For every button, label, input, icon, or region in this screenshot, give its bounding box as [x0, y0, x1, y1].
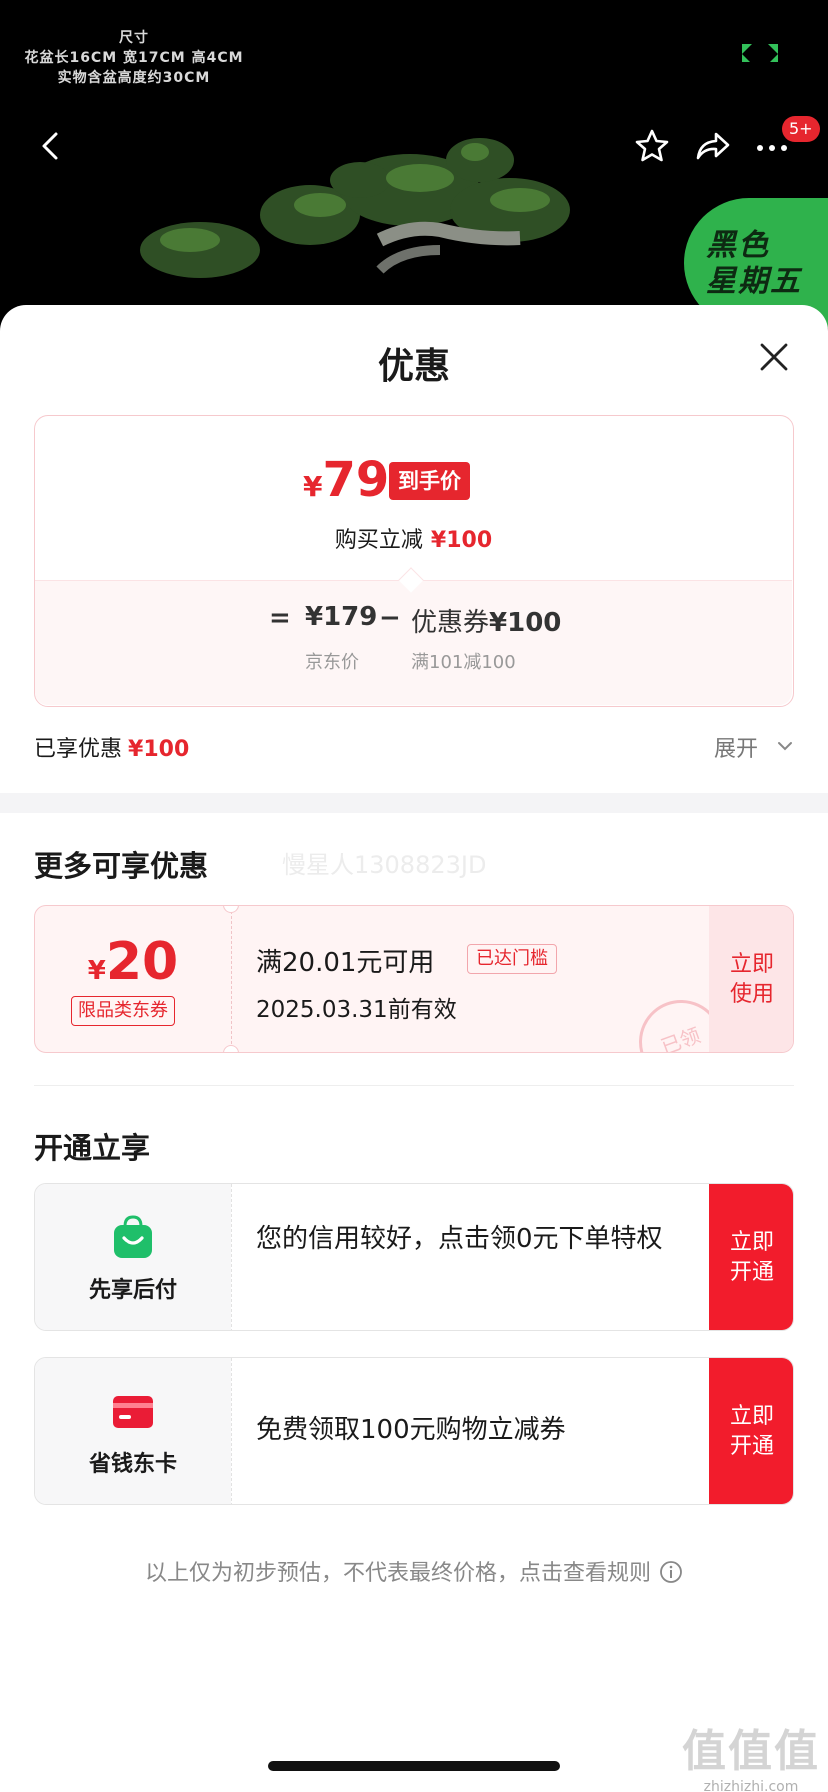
purchase-reduction: 购买立减 ¥100 [35, 522, 792, 554]
share-icon[interactable] [692, 126, 734, 166]
back-icon[interactable] [36, 126, 66, 166]
open-now-button[interactable]: 立即 开通 [709, 1184, 793, 1330]
threshold-reached-tag: 已达门槛 [467, 944, 557, 974]
jd-price-label: 京东价 [305, 652, 359, 673]
currency-symbol: ¥ [303, 470, 323, 503]
size-caption-line: 实物含盆高度约30CM [57, 70, 211, 86]
site-watermark-url: zhizhizhi.com [703, 1779, 799, 1792]
home-indicator[interactable] [268, 1761, 560, 1771]
final-price-tag: 到手价 [389, 462, 470, 500]
coupon-type-tag: 限品类东券 [71, 996, 175, 1026]
coupon-rule: 满101减100 [411, 652, 516, 673]
enjoyed-amount: ¥100 [128, 737, 190, 762]
coupon-deduction-label: 优惠券 [411, 608, 490, 638]
enjoyed-label: 已享优惠 [34, 737, 123, 762]
price-formula-area [35, 580, 792, 705]
equals-sign: = [269, 603, 291, 633]
user-watermark: 慢星人1308823JD [282, 851, 487, 879]
service-separator [231, 1184, 232, 1330]
jd-price: ¥179 [305, 602, 378, 632]
coupon-amount-value: 20 [105, 932, 179, 992]
coupon-deduction: 优惠券¥100 [411, 602, 561, 639]
button-line: 开通 [729, 1260, 774, 1285]
site-watermark: 值值值 zhizhizhi.com [676, 1715, 826, 1792]
service-description: 您的信用较好，点击领0元下单特权 [256, 1224, 663, 1254]
final-price: ¥79 [303, 452, 389, 508]
coupon-card[interactable]: ¥20 限品类东券 满20.01元可用 已达门槛 2025.03.31前有效 已… [34, 905, 794, 1053]
section-divider [0, 793, 828, 813]
button-line: 使用 [729, 982, 774, 1007]
message-count-badge: 5+ [782, 116, 820, 142]
reduction-label: 购买立减 [334, 528, 423, 553]
service-card-pay-later[interactable]: 先享后付 您的信用较好，点击领0元下单特权 立即 开通 [34, 1183, 794, 1331]
red-card-icon [113, 1396, 153, 1428]
info-icon[interactable] [659, 1560, 683, 1584]
black-friday-line: 星期五 [706, 264, 802, 299]
service-separator [231, 1358, 232, 1504]
disclaimer-text: 以上仅为初步预估，不代表最终价格，点击查看规则 [144, 1561, 651, 1586]
final-price-value: 79 [322, 452, 390, 508]
sheet-title: 优惠 [377, 346, 450, 387]
fullscreen-icon[interactable] [738, 42, 782, 64]
shopping-bag-icon [114, 1215, 152, 1258]
size-caption-line: 花盆长16CM 宽17CM 高4CM [24, 50, 244, 66]
more-offers-title: 更多可享优惠 [34, 849, 209, 883]
minus-sign: − [379, 603, 401, 633]
coupon-condition: 满20.01元可用 [256, 948, 435, 978]
service-name: 省钱东卡 [88, 1452, 177, 1477]
coupon-deduction-amount: ¥100 [489, 608, 562, 638]
thin-divider [34, 1085, 794, 1086]
coupon-expiry: 2025.03.31前有效 [256, 997, 457, 1023]
service-name: 先享后付 [88, 1278, 177, 1303]
button-line: 开通 [729, 1434, 774, 1459]
bonsai-plant-image [140, 138, 570, 278]
coupon-separator [231, 906, 232, 1052]
size-caption-line: 尺寸 [119, 30, 149, 46]
use-now-button[interactable]: 立即 使用 [709, 906, 793, 1052]
favorite-star-icon[interactable] [632, 126, 672, 166]
close-icon[interactable] [756, 339, 792, 375]
button-line: 立即 [729, 952, 774, 977]
coupon-amount: ¥20 [35, 932, 231, 992]
button-line: 立即 [729, 1230, 774, 1255]
product-image-area[interactable]: 尺寸 花盆长16CM 宽17CM 高4CM 实物含盆高度约30CM 5+ 黑色 … [0, 0, 828, 330]
size-caption: 尺寸 花盆长16CM 宽17CM 高4CM 实物含盆高度约30CM [14, 28, 254, 88]
black-friday-line: 黑色 [706, 228, 770, 263]
service-description: 免费领取100元购物立减券 [256, 1415, 566, 1445]
button-line: 立即 [729, 1404, 774, 1429]
chevron-down-icon[interactable] [776, 739, 794, 753]
open-now-button[interactable]: 立即 开通 [709, 1358, 793, 1504]
coupon-punch-hole [223, 906, 239, 913]
expand-button[interactable]: 展开 [714, 731, 758, 763]
reduction-amount: ¥100 [430, 528, 493, 553]
discount-sheet: 优惠 ¥79 到手价 购买立减 ¥100 = ¥179 − 优惠券¥100 京东价… [0, 305, 828, 1792]
enjoyed-discount: 已享优惠 ¥100 [34, 731, 189, 763]
black-friday-text: 黑色 星期五 [706, 228, 802, 300]
price-disclaimer[interactable]: 以上仅为初步预估，不代表最终价格，点击查看规则 [0, 1555, 828, 1587]
price-breakdown-card: ¥79 到手价 购买立减 ¥100 = ¥179 − 优惠券¥100 京东价 满1… [34, 415, 794, 707]
coupon-punch-hole [223, 1045, 239, 1052]
service-card-saving-card[interactable]: 省钱东卡 免费领取100元购物立减券 立即 开通 [34, 1357, 794, 1505]
open-enjoy-title: 开通立享 [34, 1131, 151, 1165]
site-watermark-logo: 值值值 [682, 1726, 820, 1777]
coupon-currency: ¥ [87, 956, 106, 986]
